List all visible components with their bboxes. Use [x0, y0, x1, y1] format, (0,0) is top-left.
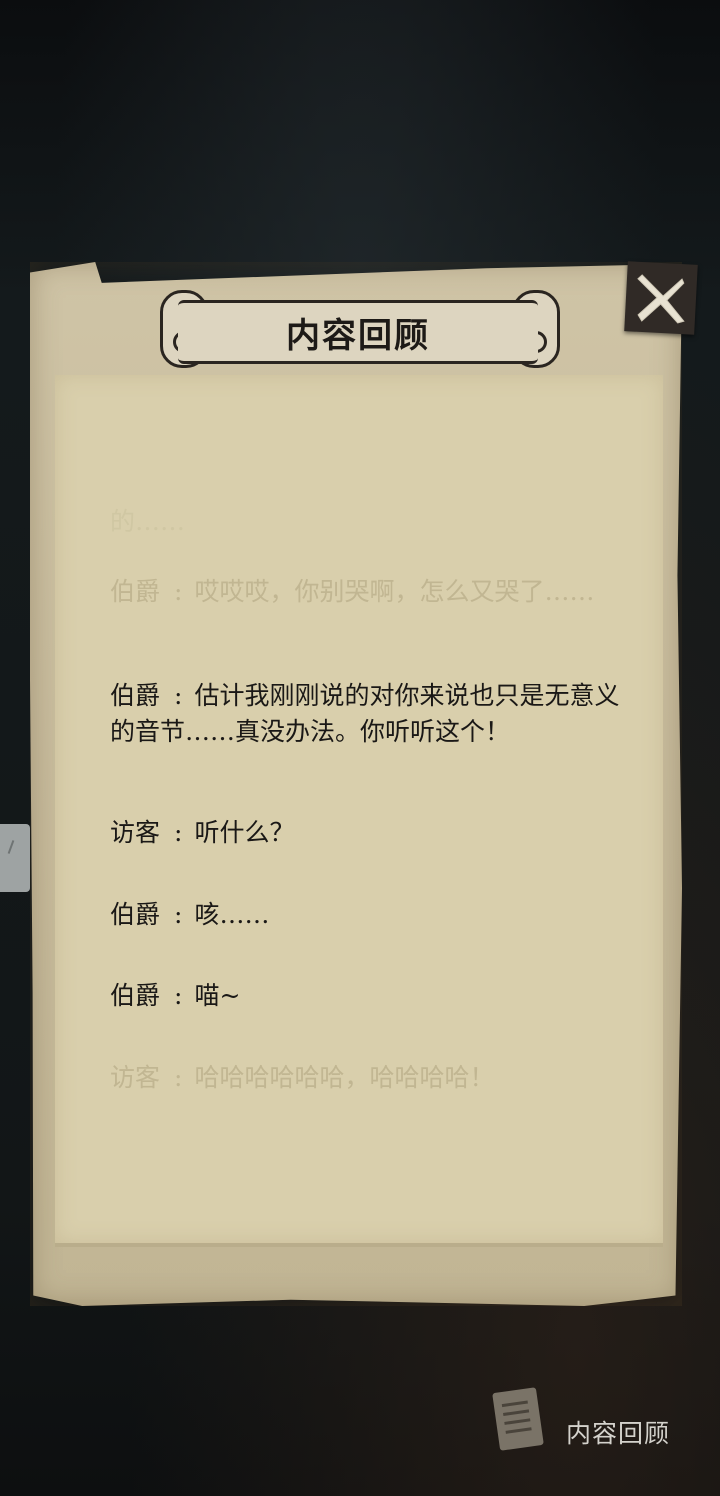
side-tab[interactable]	[0, 824, 30, 892]
log-text: 哈哈哈哈哈哈，哈哈哈哈！	[194, 1063, 495, 1092]
speaker-name: 访客	[110, 1063, 161, 1092]
speaker-name: 伯爵	[110, 981, 161, 1010]
review-button[interactable]: 内容回顾	[490, 1387, 710, 1468]
title-banner: 内容回顾	[178, 300, 538, 364]
log-entry: 伯爵: 咳……	[110, 900, 270, 929]
log-entry: 访客: 听什么？	[110, 818, 295, 847]
log-text: 哎哎哎，你别哭啊，怎么又哭了……	[194, 577, 595, 606]
log-text: 咳……	[194, 900, 270, 929]
log-text: 听什么？	[194, 818, 295, 847]
log-entry: 的……	[110, 504, 620, 540]
review-button-label: 内容回顾	[566, 1419, 671, 1448]
log-text: 喵~	[194, 981, 241, 1010]
log-text: 的……	[110, 507, 186, 536]
speaker-name: 伯爵	[110, 900, 161, 929]
log-entry: 伯爵: 喵~	[110, 981, 241, 1010]
log-text: 估计我刚刚说的对你来说也只是无意义的音节……真没办法。你听听这个！	[110, 681, 620, 746]
speaker-name: 伯爵	[110, 577, 161, 606]
log-entry: 访客: 哈哈哈哈哈哈，哈哈哈哈！	[110, 1063, 495, 1092]
speaker-name: 伯爵	[110, 681, 161, 710]
panel-title: 内容回顾	[286, 315, 430, 356]
speaker-name: 访客	[110, 818, 161, 847]
document-icon	[492, 1387, 544, 1451]
log-entry: 伯爵: 哎哎哎，你别哭啊，怎么又哭了……	[110, 577, 595, 606]
close-button[interactable]	[624, 261, 698, 335]
log-entry: 伯爵: 估计我刚刚说的对你来说也只是无意义的音节……真没办法。你听听这个！	[110, 681, 620, 746]
close-icon	[637, 274, 685, 324]
